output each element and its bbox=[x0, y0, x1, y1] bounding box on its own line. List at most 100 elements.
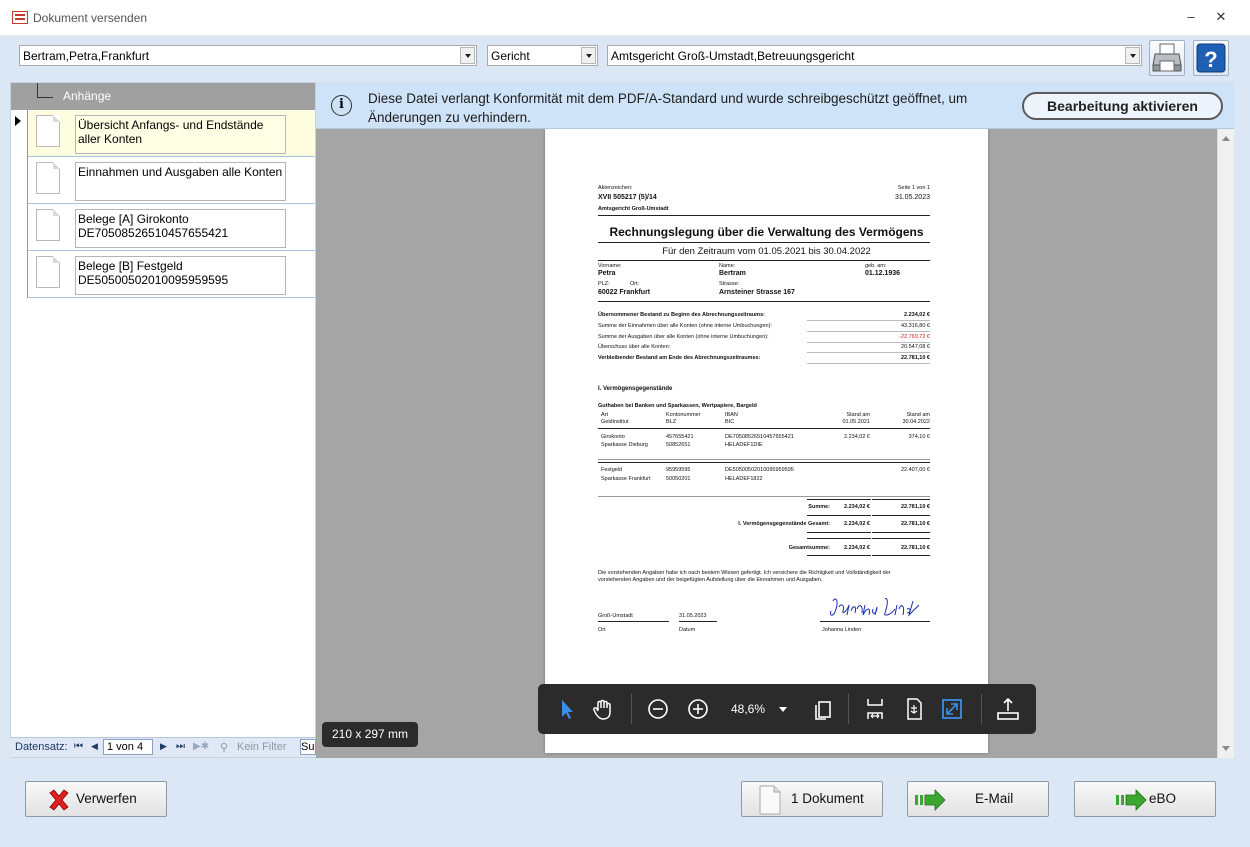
document-button[interactable]: 1 Dokument bbox=[741, 781, 883, 817]
doc-title: Rechnungslegung über die Verwaltung des … bbox=[609, 225, 924, 239]
print-button[interactable] bbox=[1149, 40, 1185, 76]
enable-editing-button[interactable]: Bearbeitung aktivieren bbox=[1022, 92, 1223, 120]
send-arrow-icon bbox=[1116, 789, 1147, 811]
next-record-icon[interactable]: ▶ bbox=[160, 741, 167, 752]
vertical-scrollbar[interactable] bbox=[1217, 129, 1234, 758]
document-icon bbox=[36, 162, 60, 194]
scroll-down-icon[interactable] bbox=[1222, 746, 1230, 751]
record-selector[interactable] bbox=[11, 157, 28, 204]
zoom-select[interactable]: 48,6% bbox=[726, 697, 788, 721]
first-name: Petra bbox=[598, 270, 616, 277]
court-combo-value: Amtsgericht Groß-Umstadt,Betreuungsgeric… bbox=[611, 49, 855, 63]
birth-label: geb. am: bbox=[865, 263, 887, 269]
acc2-type: Festgeld bbox=[601, 467, 623, 473]
chevron-down-icon[interactable] bbox=[460, 47, 475, 64]
total-assets-label: I. Vermögensgegenstände Gesamt: bbox=[738, 521, 830, 527]
summary-label: Übernommener Bestand zu Beginn des Abrec… bbox=[598, 312, 765, 318]
zoom-in-icon[interactable] bbox=[685, 696, 711, 722]
ebo-button[interactable]: eBO bbox=[1074, 781, 1216, 817]
col-date2: 30.04.2022 bbox=[902, 419, 930, 425]
help-button[interactable]: ? bbox=[1193, 40, 1229, 76]
attachment-item[interactable]: Belege [B] Festgeld DE505005020100959595… bbox=[11, 251, 315, 298]
email-button[interactable]: E-Mail bbox=[907, 781, 1049, 817]
info-icon: i bbox=[331, 95, 352, 116]
acc1-end: 374,10 € bbox=[908, 434, 930, 440]
export-icon[interactable] bbox=[995, 696, 1021, 722]
pdf-page: Aktenzeichen: XVII 505217 (5)/14 Amtsger… bbox=[545, 129, 988, 753]
new-record-icon[interactable]: ▶✱ bbox=[193, 741, 209, 752]
zoom-out-icon[interactable] bbox=[645, 696, 671, 722]
attachment-item[interactable]: Einnahmen und Ausgaben alle Konten bbox=[11, 157, 315, 204]
attachment-item[interactable]: Übersicht Anfangs- und Endstände aller K… bbox=[11, 110, 315, 157]
person-combo[interactable]: Bertram,Petra,Frankfurt bbox=[19, 45, 477, 66]
sign-datum-label: Datum bbox=[679, 627, 696, 633]
close-button[interactable]: ✕ bbox=[1206, 6, 1236, 28]
ebo-label: eBO bbox=[1149, 791, 1177, 806]
title-bar: Dokument versenden – ✕ bbox=[0, 0, 1250, 36]
record-position-input[interactable]: 1 von 4 bbox=[103, 739, 153, 755]
scroll-up-icon[interactable] bbox=[1222, 136, 1230, 141]
toolbar-divider bbox=[631, 694, 632, 724]
attachment-label[interactable]: Einnahmen und Ausgaben alle Konten bbox=[75, 162, 286, 201]
hand-tool-icon[interactable] bbox=[590, 696, 616, 722]
court-combo[interactable]: Amtsgericht Groß-Umstadt,Betreuungsgeric… bbox=[607, 45, 1142, 66]
fit-page-icon[interactable] bbox=[901, 696, 927, 722]
minimize-button[interactable]: – bbox=[1176, 6, 1206, 28]
prev-record-icon[interactable]: ◀ bbox=[91, 741, 98, 752]
acc2-number: 95959595 bbox=[666, 467, 691, 473]
birth: 01.12.1936 bbox=[865, 270, 901, 277]
tree-connector bbox=[37, 83, 53, 98]
attachment-item[interactable]: Belege [A] Girokonto DE70508526510457655… bbox=[11, 204, 315, 251]
attachment-label[interactable]: Belege [B] Festgeld DE505005020100959595… bbox=[75, 256, 286, 295]
attachment-label[interactable]: Belege [A] Girokonto DE70508526510457655… bbox=[75, 209, 286, 248]
acc2-end: 22.407,00 € bbox=[900, 467, 930, 473]
last-record-icon[interactable]: ⏭ bbox=[176, 741, 185, 752]
pdf-viewer[interactable]: Aktenzeichen: XVII 505217 (5)/14 Amtsger… bbox=[316, 82, 1234, 758]
sign-place: Groß-Umstadt bbox=[598, 613, 633, 619]
chevron-down-icon[interactable] bbox=[1125, 47, 1140, 64]
acc1-blz: 50852651 bbox=[666, 442, 691, 448]
attachments-header: Anhänge bbox=[11, 83, 315, 110]
summary-rule bbox=[807, 320, 930, 321]
street: Arnsteiner Strasse 167 bbox=[719, 289, 795, 296]
col-account: Kontonummer bbox=[666, 412, 701, 418]
copy-pages-icon[interactable] bbox=[810, 696, 836, 722]
discard-button[interactable]: Verwerfen bbox=[25, 781, 167, 817]
document-icon bbox=[36, 209, 60, 241]
navigator-label: Datensatz: bbox=[15, 741, 68, 753]
attachment-label[interactable]: Übersicht Anfangs- und Endstände aller K… bbox=[75, 115, 286, 154]
ort-label: Ort: bbox=[630, 281, 640, 287]
type-combo[interactable]: Gericht bbox=[487, 45, 598, 66]
acc1-number: 457655421 bbox=[666, 434, 694, 440]
summary-rule bbox=[807, 352, 930, 353]
col-stand1: Stand am bbox=[846, 412, 870, 418]
info-bar: i Diese Datei verlangt Konformität mit d… bbox=[316, 82, 1234, 129]
col-blz: BLZ bbox=[666, 419, 677, 425]
record-selector[interactable] bbox=[11, 110, 28, 157]
acc2-iban: DE50500502010095959595 bbox=[725, 467, 794, 473]
fullscreen-icon[interactable] bbox=[939, 696, 965, 722]
chevron-down-icon[interactable] bbox=[581, 47, 596, 64]
plz-label: PLZ: bbox=[598, 281, 610, 287]
info-message: Diese Datei verlangt Konformität mit dem… bbox=[368, 91, 968, 125]
summary-value: 2.234,02 € bbox=[904, 312, 930, 318]
first-record-icon[interactable]: ⏮ bbox=[74, 741, 83, 752]
record-selector[interactable] bbox=[11, 204, 28, 251]
summary-value: -22.769,72 € bbox=[899, 334, 930, 340]
search-input[interactable]: Su bbox=[300, 739, 316, 755]
doc-ref-label: Aktenzeichen: bbox=[598, 185, 633, 191]
filter-icon[interactable]: ⚲ bbox=[220, 741, 228, 754]
sum-start: 2.234,02 € bbox=[844, 504, 870, 510]
printer-icon bbox=[1152, 43, 1182, 72]
type-combo-value: Gericht bbox=[491, 49, 530, 63]
col-iban: IBAN bbox=[725, 412, 738, 418]
select-cursor-icon[interactable] bbox=[554, 696, 580, 722]
doc-date: 31.05.2023 bbox=[894, 194, 930, 201]
col-bic: BIC bbox=[725, 419, 735, 425]
summary-value: 22.781,10 € bbox=[900, 355, 930, 361]
record-selector[interactable] bbox=[11, 251, 28, 298]
grand-total-end: 22.781,10 € bbox=[900, 545, 930, 551]
filter-status[interactable]: Kein Filter bbox=[237, 741, 287, 753]
fit-width-icon[interactable] bbox=[862, 696, 888, 722]
summary-rule bbox=[807, 342, 930, 343]
